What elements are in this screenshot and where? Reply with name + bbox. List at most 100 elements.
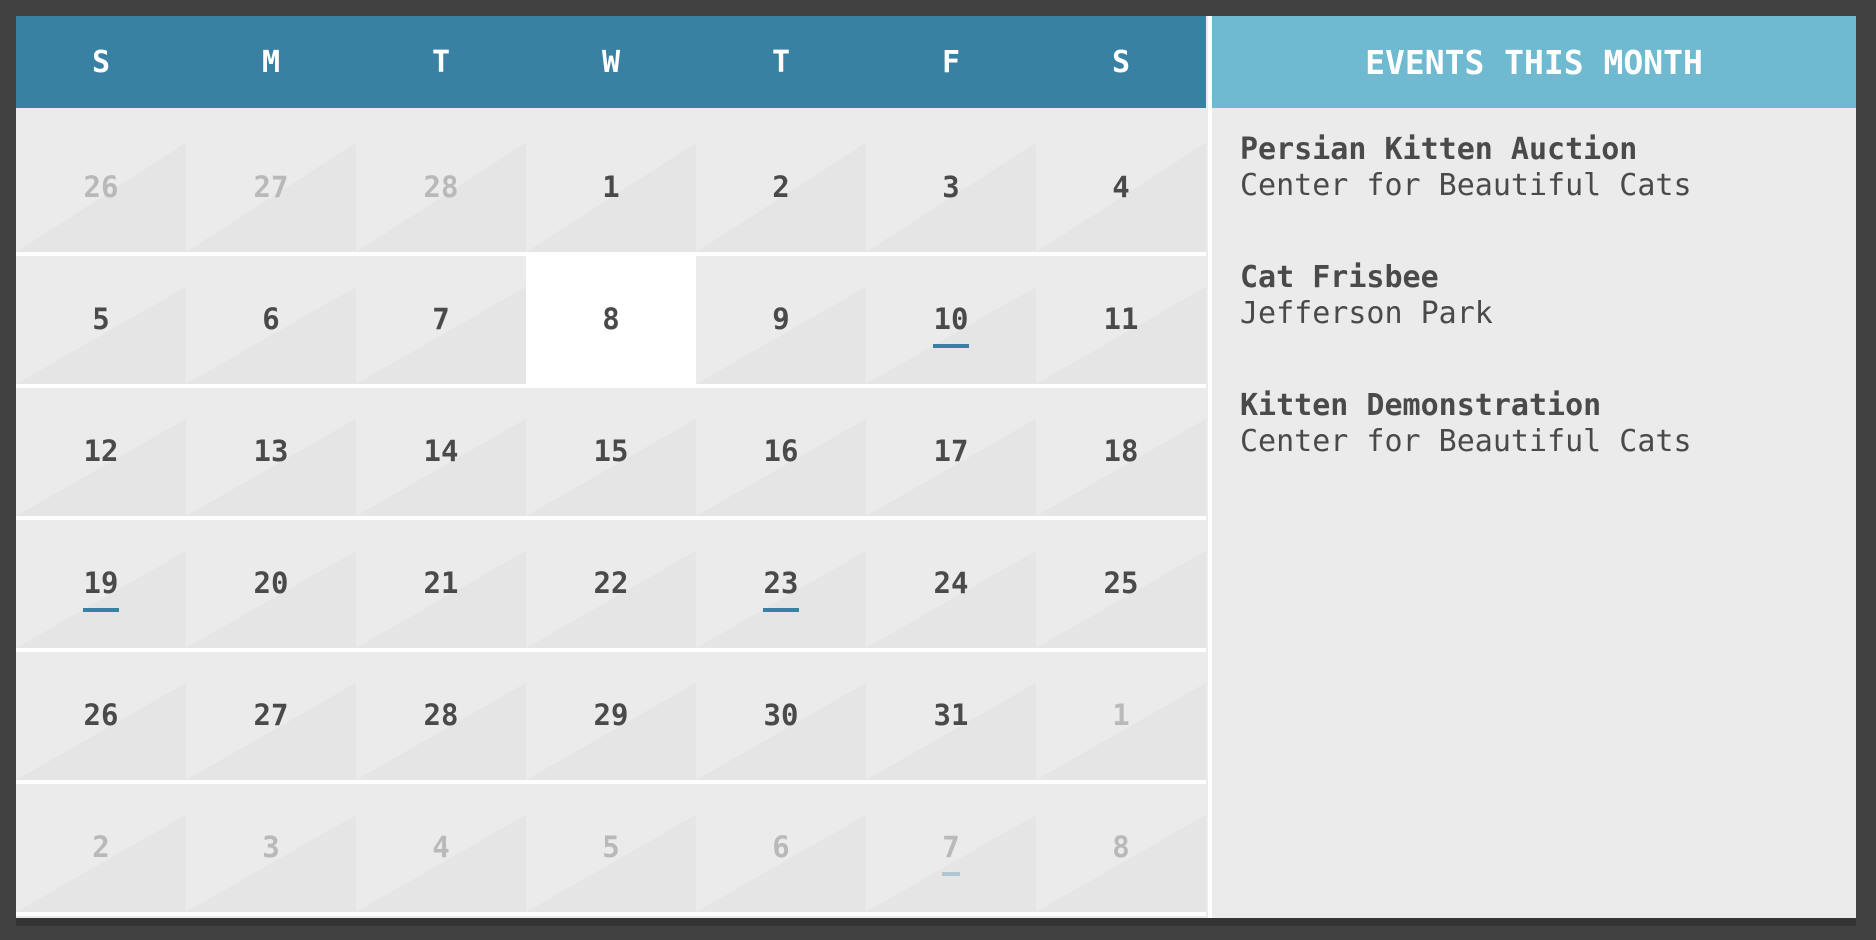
weekday-header: S M T W T F S bbox=[16, 16, 1206, 108]
calendar-day[interactable]: 3 bbox=[186, 784, 356, 912]
calendar-day[interactable]: 25 bbox=[1036, 520, 1206, 648]
day-number: 4 bbox=[432, 830, 450, 864]
calendar-day[interactable]: 3 bbox=[866, 108, 1036, 252]
calendar-day[interactable]: 4 bbox=[356, 784, 526, 912]
calendar-day[interactable]: 6 bbox=[186, 256, 356, 384]
day-number: 17 bbox=[933, 434, 969, 468]
calendar-day-today[interactable]: 8 bbox=[526, 256, 696, 384]
day-number: 20 bbox=[253, 566, 289, 600]
event-item[interactable]: Kitten Demonstration Center for Beautifu… bbox=[1240, 388, 1692, 460]
calendar-day[interactable]: 27 bbox=[186, 652, 356, 780]
day-number: 28 bbox=[423, 170, 459, 204]
day-number: 6 bbox=[262, 302, 280, 336]
calendar-day[interactable]: 28 bbox=[356, 108, 526, 252]
weekday-label-wednesday: W bbox=[601, 44, 621, 80]
day-number: 16 bbox=[763, 434, 799, 468]
weekday-label-friday: F bbox=[941, 44, 961, 80]
day-number: 31 bbox=[933, 698, 969, 732]
event-location: Center for Beautiful Cats bbox=[1240, 424, 1692, 459]
calendar-day[interactable]: 1 bbox=[1036, 652, 1206, 780]
calendar-day[interactable]: 21 bbox=[356, 520, 526, 648]
day-number: 7 bbox=[432, 302, 450, 336]
calendar-day[interactable]: 10 bbox=[866, 256, 1036, 384]
event-indicator bbox=[83, 608, 119, 612]
day-number: 2 bbox=[92, 830, 110, 864]
day-number: 28 bbox=[423, 698, 459, 732]
calendar-day[interactable]: 27 bbox=[186, 108, 356, 252]
day-number: 27 bbox=[253, 170, 289, 204]
events-panel-title: EVENTS THIS MONTH bbox=[1212, 16, 1856, 108]
day-number: 7 bbox=[942, 830, 960, 864]
day-number: 19 bbox=[83, 566, 119, 600]
calendar-day[interactable]: 19 bbox=[16, 520, 186, 648]
calendar-week-row: 12 13 14 15 16 17 18 bbox=[16, 388, 1206, 520]
event-location: Jefferson Park bbox=[1240, 296, 1493, 331]
calendar-day[interactable]: 26 bbox=[16, 108, 186, 252]
day-number: 2 bbox=[772, 170, 790, 204]
day-number: 24 bbox=[933, 566, 969, 600]
calendar-day[interactable]: 6 bbox=[696, 784, 866, 912]
calendar-day[interactable]: 2 bbox=[16, 784, 186, 912]
day-number: 9 bbox=[772, 302, 790, 336]
day-number: 13 bbox=[253, 434, 289, 468]
calendar-day[interactable]: 24 bbox=[866, 520, 1036, 648]
calendar-day[interactable]: 7 bbox=[866, 784, 1036, 912]
day-number: 15 bbox=[593, 434, 629, 468]
calendar-day[interactable]: 17 bbox=[866, 388, 1036, 516]
calendar-grid: 26 27 28 1 2 3 4 5 6 7 8 9 10 11 12 13 14 15 16 17 18 19 20 21 2… bbox=[16, 108, 1206, 918]
month-calendar: S M T W T F S 26 27 28 1 2 3 4 5 6 7 8 9 10 11 12 13 14 1… bbox=[16, 16, 1206, 918]
calendar-day[interactable]: 7 bbox=[356, 256, 526, 384]
day-number: 10 bbox=[933, 302, 969, 336]
events-panel: EVENTS THIS MONTH Persian Kitten Auction… bbox=[1212, 16, 1856, 918]
calendar-day[interactable]: 13 bbox=[186, 388, 356, 516]
calendar-day[interactable]: 22 bbox=[526, 520, 696, 648]
calendar-day[interactable]: 30 bbox=[696, 652, 866, 780]
day-number: 27 bbox=[253, 698, 289, 732]
calendar-week-row: 26 27 28 29 30 31 1 bbox=[16, 652, 1206, 784]
event-title: Cat Frisbee bbox=[1240, 260, 1439, 295]
day-number: 18 bbox=[1103, 434, 1139, 468]
day-number: 21 bbox=[423, 566, 459, 600]
day-number: 8 bbox=[1112, 830, 1130, 864]
calendar-day[interactable]: 1 bbox=[526, 108, 696, 252]
day-number: 23 bbox=[763, 566, 799, 600]
calendar-day[interactable]: 26 bbox=[16, 652, 186, 780]
calendar-day[interactable]: 18 bbox=[1036, 388, 1206, 516]
calendar-day[interactable]: 9 bbox=[696, 256, 866, 384]
event-location: Center for Beautiful Cats bbox=[1240, 168, 1692, 203]
day-number: 26 bbox=[83, 170, 119, 204]
event-indicator bbox=[763, 608, 799, 612]
calendar-day[interactable]: 31 bbox=[866, 652, 1036, 780]
day-number: 3 bbox=[942, 170, 960, 204]
calendar-week-row: 26 27 28 1 2 3 4 bbox=[16, 108, 1206, 256]
event-item[interactable]: Cat Frisbee Jefferson Park bbox=[1240, 260, 1493, 332]
event-title: Kitten Demonstration bbox=[1240, 388, 1602, 423]
day-number: 8 bbox=[602, 302, 620, 336]
calendar-day[interactable]: 11 bbox=[1036, 256, 1206, 384]
calendar-day[interactable]: 20 bbox=[186, 520, 356, 648]
calendar-day[interactable]: 5 bbox=[526, 784, 696, 912]
calendar-day[interactable]: 5 bbox=[16, 256, 186, 384]
calendar-day[interactable]: 15 bbox=[526, 388, 696, 516]
calendar-week-row: 5 6 7 8 9 10 11 bbox=[16, 256, 1206, 388]
day-number: 5 bbox=[602, 830, 620, 864]
calendar-day[interactable]: 28 bbox=[356, 652, 526, 780]
calendar-day[interactable]: 23 bbox=[696, 520, 866, 648]
weekday-label-thursday: T bbox=[771, 44, 791, 80]
calendar-day[interactable]: 4 bbox=[1036, 108, 1206, 252]
day-number: 1 bbox=[1112, 698, 1130, 732]
weekday-label-monday: M bbox=[261, 44, 281, 80]
calendar-day[interactable]: 29 bbox=[526, 652, 696, 780]
calendar-day[interactable]: 16 bbox=[696, 388, 866, 516]
day-number: 3 bbox=[262, 830, 280, 864]
calendar-day[interactable]: 8 bbox=[1036, 784, 1206, 912]
day-number: 22 bbox=[593, 566, 629, 600]
day-number: 11 bbox=[1103, 302, 1139, 336]
event-item[interactable]: Persian Kitten Auction Center for Beauti… bbox=[1240, 132, 1692, 204]
calendar-day[interactable]: 12 bbox=[16, 388, 186, 516]
event-indicator bbox=[933, 344, 969, 348]
day-number: 1 bbox=[602, 170, 620, 204]
calendar-day[interactable]: 2 bbox=[696, 108, 866, 252]
calendar-day[interactable]: 14 bbox=[356, 388, 526, 516]
day-number: 25 bbox=[1103, 566, 1139, 600]
